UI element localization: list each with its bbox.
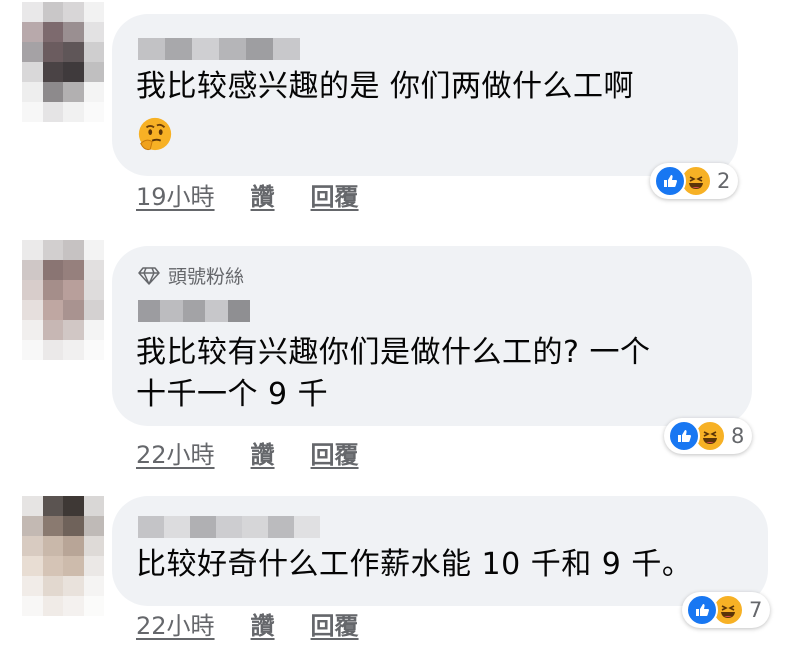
comment-text-line: 我比较感兴趣的是 你们两做什么工啊 — [136, 69, 635, 104]
author-name[interactable] — [138, 516, 320, 538]
author-name[interactable] — [138, 38, 300, 60]
comment-3: 比较好奇什么工作薪水能 10 千和 9 千。 7 22小時 讚 回覆 — [0, 492, 800, 648]
badge-label: 頭號粉絲 — [168, 266, 245, 288]
timestamp-link[interactable]: 22小時 — [136, 606, 215, 641]
comment-actions: 22小時 讚 回覆 — [136, 606, 359, 641]
comment-bubble: 頭號粉絲 我比较有兴趣你们是做什么工的? 一个 十千一个 9 千 — [112, 246, 752, 426]
reaction-summary[interactable]: 2 — [650, 163, 739, 199]
like-reaction-icon — [668, 420, 700, 452]
avatar[interactable] — [22, 240, 104, 360]
top-fan-badge[interactable]: 頭號粉絲 — [138, 262, 244, 289]
reaction-count: 2 — [717, 169, 731, 193]
timestamp-link[interactable]: 22小時 — [136, 435, 215, 470]
like-reaction-icon — [654, 165, 686, 197]
comment-2: 頭號粉絲 我比较有兴趣你们是做什么工的? 一个 十千一个 9 千 8 22小時 … — [0, 232, 800, 472]
thinking-face-icon — [138, 117, 172, 151]
reaction-count: 8 — [731, 424, 745, 448]
comment-text-line: 比较好奇什么工作薪水能 10 千和 9 千。 — [136, 547, 693, 582]
avatar[interactable] — [22, 496, 104, 616]
like-button[interactable]: 讚 — [251, 177, 275, 212]
timestamp-link[interactable]: 19小時 — [136, 177, 215, 212]
reply-button[interactable]: 回覆 — [311, 435, 359, 470]
author-name[interactable] — [138, 300, 250, 322]
comment-actions: 19小時 讚 回覆 — [136, 177, 359, 212]
like-button[interactable]: 讚 — [251, 606, 275, 641]
reaction-summary[interactable]: 8 — [664, 418, 753, 454]
comment-bubble: 比较好奇什么工作薪水能 10 千和 9 千。 — [112, 496, 768, 606]
like-reaction-icon — [686, 594, 718, 626]
diamond-icon — [138, 266, 160, 285]
comment-actions: 22小時 讚 回覆 — [136, 435, 359, 470]
reaction-count: 7 — [749, 598, 763, 622]
comment-text-line: 十千一个 9 千 — [136, 377, 329, 412]
comment-1: 我比较感兴趣的是 你们两做什么工啊 2 19小時 讚 回覆 — [0, 0, 800, 215]
reaction-summary[interactable]: 7 — [682, 592, 771, 628]
reply-button[interactable]: 回覆 — [311, 606, 359, 641]
comment-bubble: 我比较感兴趣的是 你们两做什么工啊 — [112, 14, 738, 176]
reply-button[interactable]: 回覆 — [311, 177, 359, 212]
comment-text-line: 我比较有兴趣你们是做什么工的? 一个 — [136, 335, 651, 370]
like-button[interactable]: 讚 — [251, 435, 275, 470]
avatar[interactable] — [22, 2, 104, 122]
